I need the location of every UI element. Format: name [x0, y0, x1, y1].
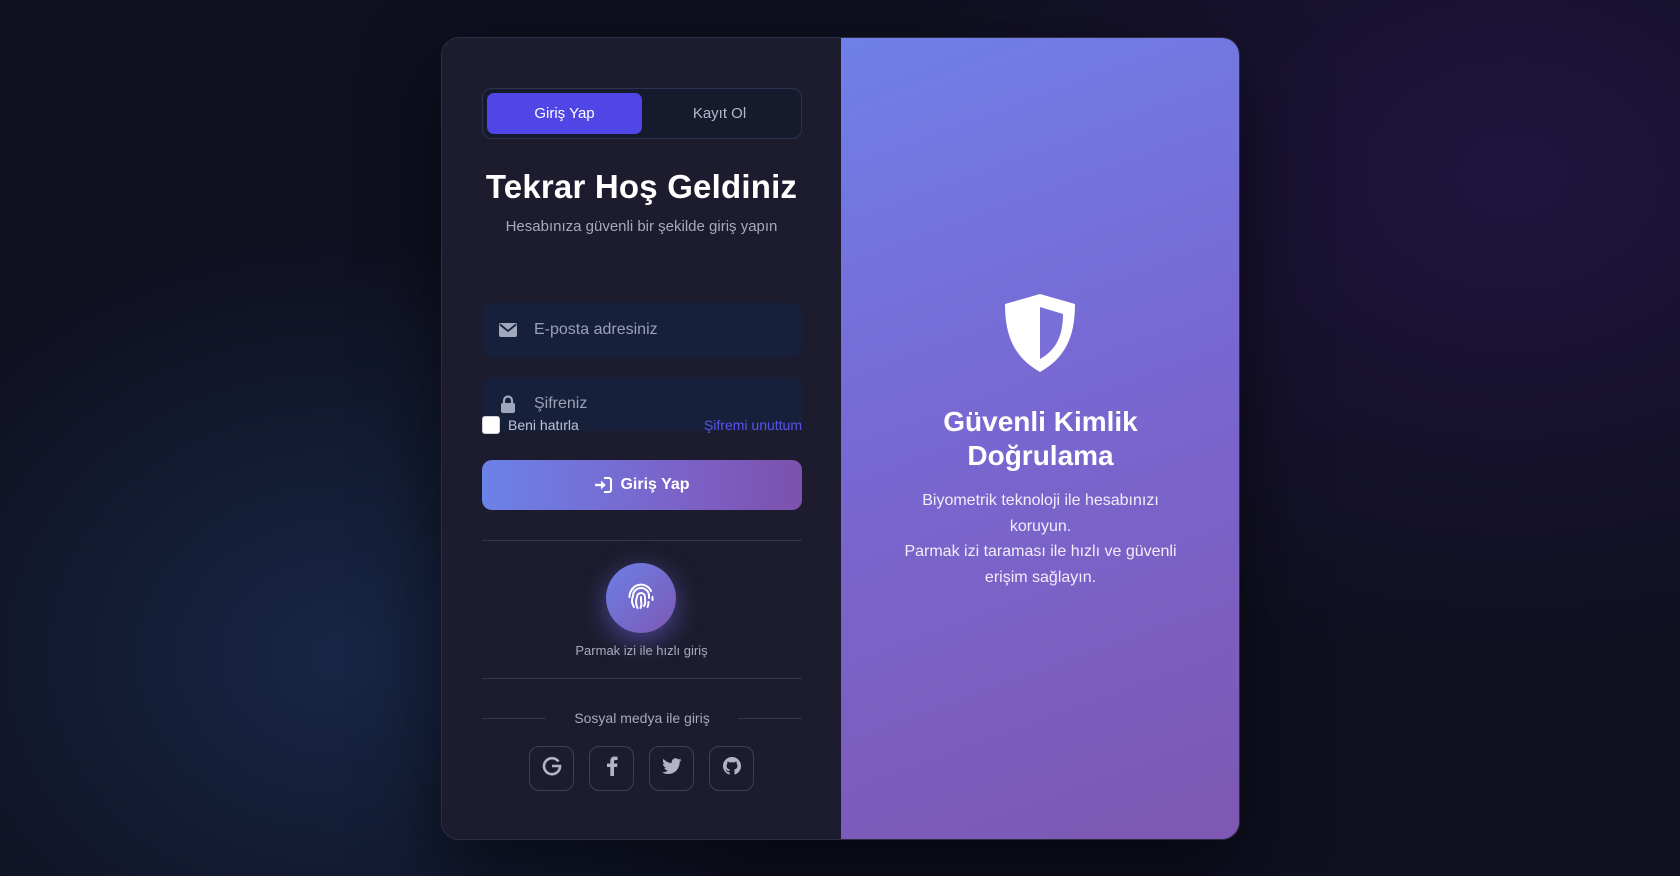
twitter-login-button[interactable] [649, 746, 694, 791]
login-panel: Giriş Yap Kayıt Ol Tekrar Hoş Geldiniz H… [442, 38, 841, 839]
fingerprint-button[interactable] [606, 563, 676, 633]
twitter-icon [661, 757, 682, 780]
google-icon [542, 756, 562, 781]
promo-title-line: Güvenli Kimlik [943, 406, 1138, 437]
google-login-button[interactable] [529, 746, 574, 791]
tab-login[interactable]: Giriş Yap [487, 93, 642, 134]
divider [482, 540, 802, 541]
page-subtitle: Hesabınıza güvenli bir şekilde giriş yap… [505, 218, 778, 235]
email-input[interactable] [534, 321, 784, 339]
shield-icon [1001, 292, 1079, 374]
fingerprint-label: Parmak izi ile hızlı giriş [575, 643, 708, 658]
github-login-button[interactable] [709, 746, 754, 791]
divider-line [482, 717, 547, 719]
login-submit-button[interactable]: Giriş Yap [482, 460, 802, 510]
promo-panel: Güvenli Kimlik Doğrulama Biyometrik tekn… [841, 38, 1239, 839]
remember-checkbox[interactable] [482, 416, 500, 434]
envelope-icon [498, 320, 518, 340]
divider-line [737, 717, 803, 719]
lock-icon [498, 394, 518, 414]
auth-tabs: Giriş Yap Kayıt Ol [482, 88, 802, 139]
password-input[interactable] [534, 395, 784, 413]
remember-label: Beni hatırla [508, 417, 579, 433]
promo-description: Biyometrik teknoloji ile hesabınızı koru… [891, 488, 1190, 590]
social-buttons [442, 746, 841, 791]
login-options: Beni hatırla Şifremi unuttum [482, 415, 802, 435]
login-submit-label: Giriş Yap [620, 476, 690, 493]
promo-desc-line: Parmak izi taraması ile hızlı ve güvenli… [904, 543, 1177, 586]
page-title: Tekrar Hoş Geldiniz [485, 168, 798, 205]
social-heading: Sosyal medya ile giriş [482, 708, 803, 728]
sign-in-icon [594, 477, 613, 493]
forgot-password-link[interactable]: Şifremi unuttum [704, 417, 802, 433]
promo-title-line: Doğrulama [967, 440, 1114, 471]
promo-title: Güvenli Kimlik Doğrulama [841, 405, 1239, 473]
facebook-login-button[interactable] [589, 746, 634, 791]
tab-register[interactable]: Kayıt Ol [642, 93, 797, 134]
promo-desc-line: Biyometrik teknoloji ile hesabınızı koru… [922, 492, 1159, 535]
github-icon [722, 756, 742, 781]
social-title: Sosyal medya ile giriş [574, 710, 710, 726]
auth-card: Giriş Yap Kayıt Ol Tekrar Hoş Geldiniz H… [441, 37, 1240, 840]
divider [482, 678, 802, 679]
email-field[interactable] [482, 303, 802, 357]
facebook-icon [606, 756, 618, 781]
fingerprint-icon [625, 580, 657, 617]
remember-me[interactable]: Beni hatırla [482, 416, 579, 434]
